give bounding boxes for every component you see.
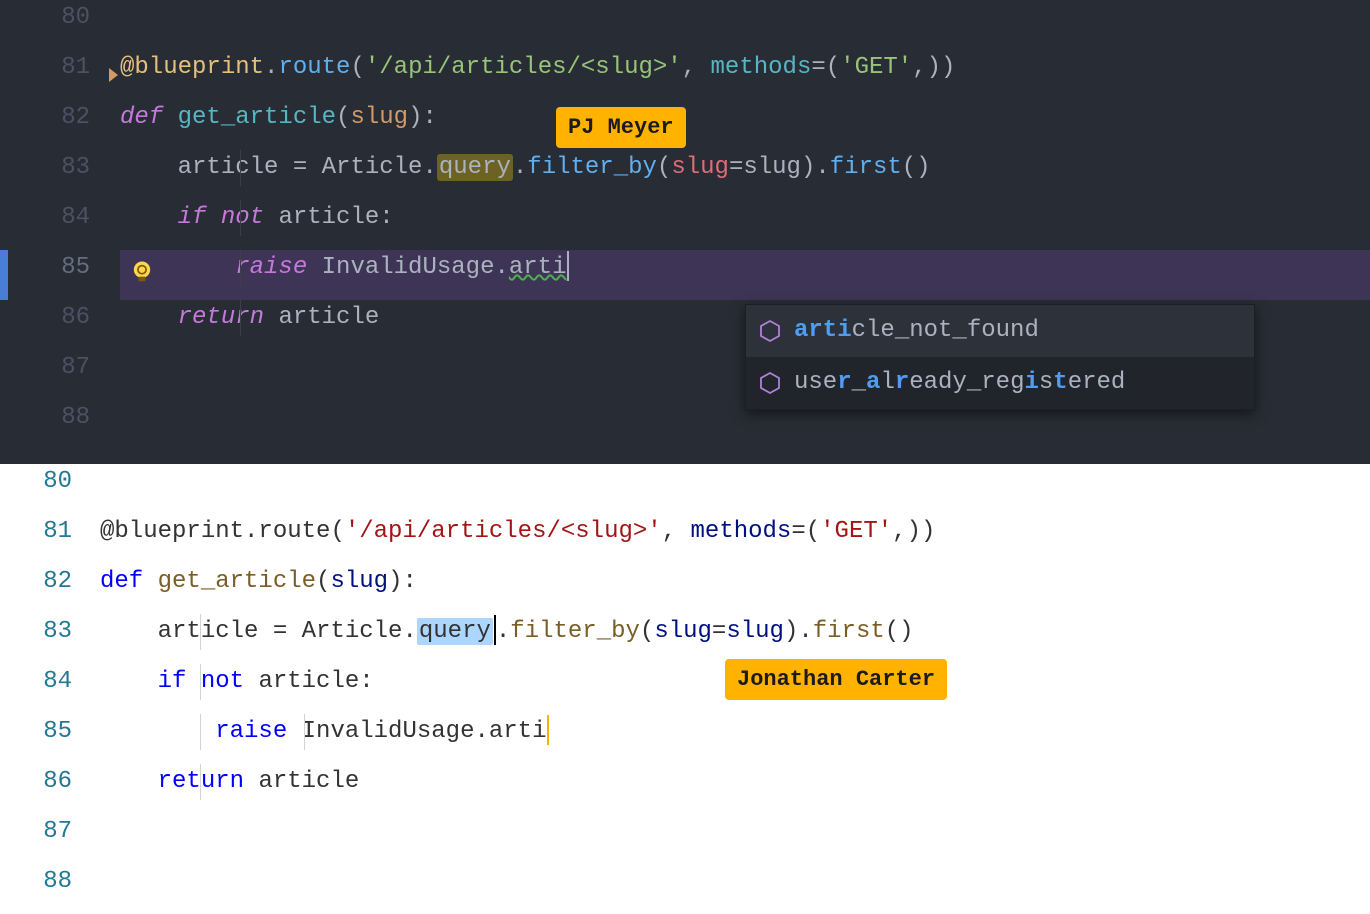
code-line[interactable]: 83 article = Article.query.filter_by(slu… xyxy=(0,614,1370,664)
line-number: 83 xyxy=(0,614,100,650)
code-content[interactable]: @blueprint.route('/api/articles/<slug>',… xyxy=(120,50,1370,86)
code-content[interactable]: raise InvalidUsage.arti xyxy=(100,714,1370,750)
line-number: 87 xyxy=(0,814,100,850)
collaborator-tag[interactable]: Jonathan Carter xyxy=(725,659,947,700)
collaborator-cursor xyxy=(547,715,549,745)
lightbulb-icon[interactable] xyxy=(128,258,156,286)
code-content[interactable]: def get_article(slug): xyxy=(120,100,1370,136)
code-line[interactable]: 81 @blueprint.route('/api/articles/<slug… xyxy=(0,514,1370,564)
autocomplete-label: user_already_registered xyxy=(794,365,1125,401)
line-number: 87 xyxy=(0,350,120,386)
code-line-current[interactable]: 85 raise InvalidUsage.arti xyxy=(0,250,1370,300)
code-content[interactable]: return article xyxy=(100,764,1370,800)
code-line[interactable]: 88 xyxy=(0,864,1370,914)
autocomplete-label: article_not_found xyxy=(794,313,1039,349)
collaborator-tag[interactable]: PJ Meyer xyxy=(556,107,686,148)
code-line[interactable]: 84 if not article: xyxy=(0,200,1370,250)
code-line[interactable]: 82 def get_article(slug): xyxy=(0,564,1370,614)
code-content[interactable]: article = Article.query.filter_by(slug=s… xyxy=(100,614,1370,650)
code-content[interactable]: @blueprint.route('/api/articles/<slug>',… xyxy=(100,514,1370,550)
word-highlight: query xyxy=(437,154,513,181)
word-highlight: query xyxy=(417,618,493,645)
code-line[interactable]: 87 xyxy=(0,814,1370,864)
line-number: 81 xyxy=(0,514,100,550)
code-line[interactable]: 80 xyxy=(0,0,1370,50)
editor-pane-light[interactable]: 80 81 @blueprint.route('/api/articles/<s… xyxy=(0,464,1370,914)
line-number: 82 xyxy=(0,564,100,600)
collaborator-name: Jonathan Carter xyxy=(737,667,935,692)
line-number: 84 xyxy=(0,200,120,236)
code-line[interactable]: 80 xyxy=(0,464,1370,514)
line-number: 86 xyxy=(0,764,100,800)
symbol-method-icon xyxy=(758,319,782,343)
line-number: 83 xyxy=(0,150,120,186)
line-number: 82 xyxy=(0,100,120,136)
autocomplete-popup[interactable]: article_not_found user_already_registere… xyxy=(745,304,1255,410)
code-content[interactable]: article = Article.query.filter_by(slug=s… xyxy=(120,150,1370,186)
symbol-method-icon xyxy=(758,371,782,395)
code-line[interactable]: 85 raise InvalidUsage.arti xyxy=(0,714,1370,764)
line-number: 84 xyxy=(0,664,100,700)
collaborator-name: PJ Meyer xyxy=(568,115,674,140)
code-content[interactable]: raise InvalidUsage.arti xyxy=(120,250,1370,286)
line-number: 80 xyxy=(0,0,120,36)
code-line[interactable]: 86 return article xyxy=(0,764,1370,814)
line-number: 88 xyxy=(0,400,120,436)
line-number: 86 xyxy=(0,300,120,336)
line-number: 88 xyxy=(0,864,100,900)
code-content[interactable]: if not article: xyxy=(120,200,1370,236)
code-line[interactable]: 84 if not article: xyxy=(0,664,1370,714)
code-line[interactable]: 83 article = Article.query.filter_by(slu… xyxy=(0,150,1370,200)
editor-pane-dark[interactable]: 80 81 @blueprint.route('/api/articles/<s… xyxy=(0,0,1370,464)
code-line[interactable]: 81 @blueprint.route('/api/articles/<slug… xyxy=(0,50,1370,100)
text-cursor xyxy=(567,251,569,281)
line-number: 81 xyxy=(0,50,120,86)
code-content[interactable]: def get_article(slug): xyxy=(100,564,1370,600)
autocomplete-item[interactable]: user_already_registered xyxy=(746,357,1254,409)
fold-icon[interactable] xyxy=(109,68,118,82)
autocomplete-item[interactable]: article_not_found xyxy=(746,305,1254,357)
line-number: 80 xyxy=(0,464,100,500)
line-number: 85 xyxy=(0,250,120,286)
line-number: 85 xyxy=(0,714,100,750)
